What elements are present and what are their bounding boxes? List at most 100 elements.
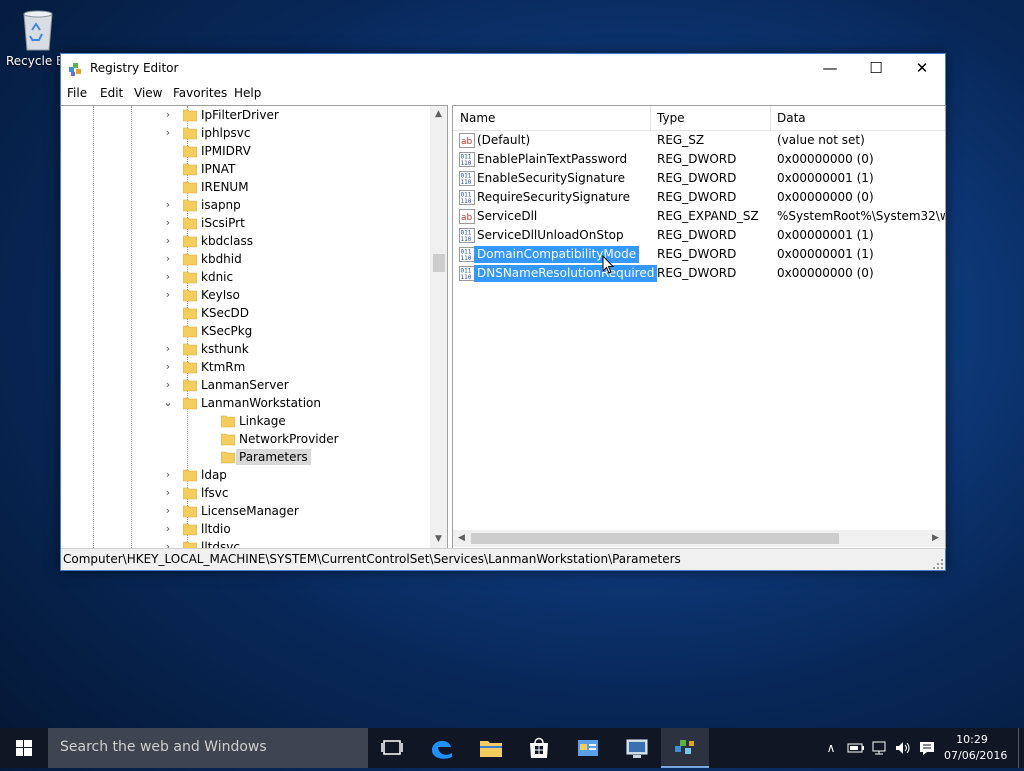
tree-item[interactable]: ⌄ LanmanWorkstation xyxy=(61,394,430,412)
tree-item[interactable]: IPNAT xyxy=(61,160,430,178)
tree-item[interactable]: › LicenseManager xyxy=(61,502,430,520)
tree-vertical-scrollbar[interactable]: ▲ ▼ xyxy=(430,106,447,548)
start-button[interactable] xyxy=(0,728,48,768)
tree-item[interactable]: KSecDD xyxy=(61,304,430,322)
menu-bar: File Edit View Favorites Help xyxy=(61,84,945,104)
network-icon[interactable] xyxy=(870,738,890,758)
tree-item[interactable]: › IpFilterDriver xyxy=(61,106,430,124)
taskbar-file-explorer[interactable] xyxy=(467,728,515,768)
expand-chevron-icon[interactable]: › xyxy=(162,197,174,213)
tree-item[interactable]: › KtmRm xyxy=(61,358,430,376)
scroll-right-icon[interactable]: ▶ xyxy=(927,530,944,547)
scroll-left-icon[interactable]: ◀ xyxy=(453,530,470,547)
expand-chevron-icon[interactable]: › xyxy=(162,485,174,501)
tree-item[interactable]: › KeyIso xyxy=(61,286,430,304)
expand-chevron-icon[interactable]: › xyxy=(162,521,174,537)
tree-item[interactable]: › kdnic xyxy=(61,268,430,286)
resize-grip-icon[interactable] xyxy=(933,558,943,569)
taskbar-store[interactable] xyxy=(515,728,563,768)
value-row[interactable]: 011 110 EnableSecuritySignature REG_DWORD 0x… xyxy=(453,169,945,188)
volume-icon[interactable] xyxy=(893,738,913,758)
expand-chevron-icon[interactable]: › xyxy=(162,377,174,393)
tree-item-label: lltdio xyxy=(201,522,231,536)
value-row[interactable]: 011 110 EnablePlainTextPassword REG_DWORD 0x… xyxy=(453,150,945,169)
tree-item-label: LicenseManager xyxy=(201,504,299,518)
tree-item[interactable]: › LanmanServer xyxy=(61,376,430,394)
tree-item[interactable]: NetworkProvider xyxy=(61,430,430,448)
tree-item[interactable]: Parameters xyxy=(61,448,430,466)
list-horizontal-scrollbar[interactable]: ◀ ▶ xyxy=(453,530,945,547)
taskbar-edge[interactable] xyxy=(418,728,466,768)
value-row[interactable]: 011 110 ServiceDllUnloadOnStop REG_DWORD 0x0… xyxy=(453,226,945,245)
menu-edit[interactable]: Edit xyxy=(100,86,123,100)
expand-chevron-icon[interactable]: › xyxy=(162,251,174,267)
title-bar[interactable]: Registry Editor — ☐ ✕ xyxy=(61,54,945,84)
column-header-type[interactable]: Type xyxy=(650,106,771,130)
task-view-button[interactable] xyxy=(368,728,416,768)
value-row[interactable]: ab (Default) REG_SZ (value not set) xyxy=(453,131,945,150)
taskbar-app-window[interactable] xyxy=(564,728,612,768)
show-desktop-button[interactable] xyxy=(1018,728,1024,768)
expand-chevron-icon[interactable]: › xyxy=(162,233,174,249)
value-row[interactable]: 011 110 RequireSecuritySignature REG_DWORD 0… xyxy=(453,188,945,207)
binary-value-icon: 011110 xyxy=(459,266,475,281)
scroll-up-icon[interactable]: ▲ xyxy=(430,106,447,123)
tree-item[interactable]: › ldap xyxy=(61,466,430,484)
tree-item[interactable]: › iphlpsvc xyxy=(61,124,430,142)
expand-chevron-icon[interactable]: › xyxy=(162,341,174,357)
scroll-down-icon[interactable]: ▼ xyxy=(430,531,447,548)
expand-chevron-icon[interactable]: › xyxy=(162,503,174,519)
taskbar-registry-editor[interactable] xyxy=(661,728,709,768)
maximize-button[interactable]: ☐ xyxy=(853,54,899,84)
value-data: 0x00000001 (1) xyxy=(777,171,874,185)
expand-chevron-icon[interactable]: › xyxy=(162,269,174,285)
menu-help[interactable]: Help xyxy=(234,86,261,100)
value-row[interactable]: ab ServiceDll REG_EXPAND_SZ %SystemRoot%\Sy… xyxy=(453,207,945,226)
tree-item[interactable]: Linkage xyxy=(61,412,430,430)
list-scroll-thumb[interactable] xyxy=(471,533,839,544)
tree-item-label: iphlpsvc xyxy=(201,126,251,140)
expand-chevron-icon[interactable]: › xyxy=(162,359,174,375)
close-button[interactable]: ✕ xyxy=(899,54,945,84)
values-list-pane[interactable]: Name Type Data ab (Default) REG_SZ (value n… xyxy=(452,105,946,549)
column-header-name[interactable]: Name xyxy=(453,106,651,130)
value-row[interactable]: 011 110 DomainCompatibilityMode REG_DWORD 0x… xyxy=(453,245,945,264)
taskbar-remote-desktop[interactable] xyxy=(613,728,661,768)
tree-item[interactable]: › lfsvc xyxy=(61,484,430,502)
tree-item[interactable]: IPMIDRV xyxy=(61,142,430,160)
tree-item[interactable]: › lltdio xyxy=(61,520,430,538)
action-center-icon[interactable] xyxy=(917,738,937,758)
tree-item[interactable]: IRENUM xyxy=(61,178,430,196)
tree-item[interactable]: KSecPkg xyxy=(61,322,430,340)
show-hidden-icons-chevron-icon[interactable]: ∧ xyxy=(821,738,841,758)
collapse-chevron-icon[interactable]: ⌄ xyxy=(162,395,174,411)
folder-icon xyxy=(183,343,197,356)
tree-item[interactable]: › kbdhid xyxy=(61,250,430,268)
expand-chevron-icon[interactable]: › xyxy=(162,215,174,231)
minimize-button[interactable]: — xyxy=(807,54,853,84)
tree-scroll-thumb[interactable] xyxy=(433,254,445,272)
menu-favorites[interactable]: Favorites xyxy=(173,86,227,100)
tree-item[interactable]: › isapnp xyxy=(61,196,430,214)
expand-chevron-icon[interactable]: › xyxy=(162,287,174,303)
column-header-data[interactable]: Data xyxy=(770,106,945,130)
key-tree-pane[interactable]: › IpFilterDriver › iphlpsvc IPMIDRV IPNAT IREN… xyxy=(61,105,448,549)
mouse-pointer-icon xyxy=(602,254,615,275)
expand-chevron-icon[interactable]: › xyxy=(162,125,174,141)
battery-icon[interactable] xyxy=(846,738,866,758)
value-row[interactable]: 011 110 DNSNameResolutionRequired REG_DWORD… xyxy=(453,264,945,283)
menu-file[interactable]: File xyxy=(67,86,87,100)
search-box[interactable]: Search the web and Windows xyxy=(48,728,368,768)
folder-icon xyxy=(183,361,197,374)
tree-item-label: kdnic xyxy=(201,270,234,284)
tree-item[interactable]: › ksthunk xyxy=(61,340,430,358)
clock-date: 07/06/2016 xyxy=(944,749,1008,762)
search-placeholder: Search the web and Windows xyxy=(60,739,267,755)
expand-chevron-icon[interactable]: › xyxy=(162,467,174,483)
value-name: DNSNameResolutionRequired xyxy=(474,265,658,282)
tree-item[interactable]: › iScsiPrt xyxy=(61,214,430,232)
expand-chevron-icon[interactable]: › xyxy=(162,107,174,123)
taskbar-clock[interactable]: 10:29 07/06/2016 xyxy=(944,732,1008,764)
menu-view[interactable]: View xyxy=(134,86,162,100)
tree-item[interactable]: › kbdclass xyxy=(61,232,430,250)
